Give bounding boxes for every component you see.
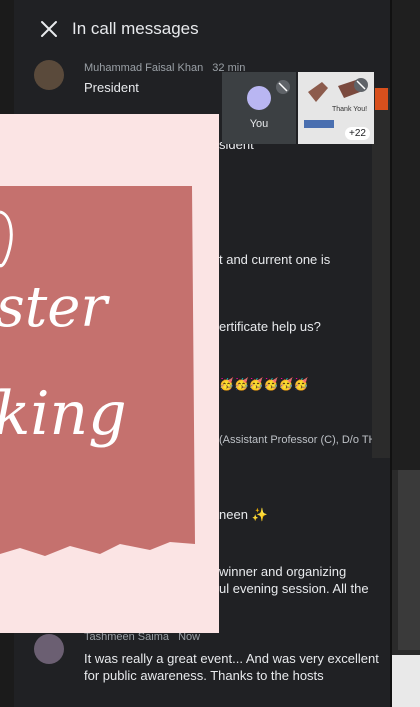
message-text: winner and organizing [219,564,347,579]
avatar [34,634,64,664]
self-video-tile[interactable]: You [222,72,296,144]
poster-text-line2: king [0,379,127,449]
self-tile-label: You [249,118,269,130]
message-text: ul evening session. All the [219,581,369,596]
participant-count-badge[interactable]: +22 [345,127,370,140]
screen-share-tile[interactable]: Thank You! +22 [298,72,374,144]
share-thanks-text: Thank You! [332,106,368,113]
message-text: It was really a great event... And was v… [84,651,379,683]
right-edge [392,0,420,707]
chat-header: In call messages [14,10,390,50]
mic-off-icon [276,80,290,94]
right-strip-middle [398,470,420,650]
close-icon[interactable] [38,18,60,40]
message-author: Muhammad Faisal Khan [84,62,204,74]
chat-title: In call messages [72,19,199,38]
mic-off-icon [354,78,368,92]
poster-artwork: ster king [0,114,219,633]
participant-strip [372,88,390,458]
poster-text-line1: ster [0,275,110,340]
self-avatar [247,86,271,110]
message-text: neen ✨ [219,507,268,522]
shared-poster-image: ster king [0,114,219,633]
avatar [34,60,64,90]
right-strip-top [392,0,420,470]
message-10: Tashmeen Saima Now It was really a great… [14,628,390,703]
right-strip-bottom [392,655,420,707]
participant-strip-accent [375,88,388,110]
